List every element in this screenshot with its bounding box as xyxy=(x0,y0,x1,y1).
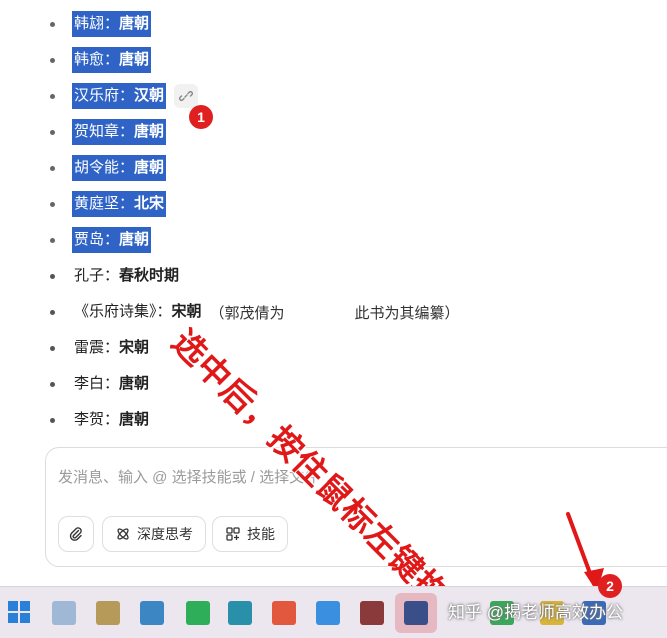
app-icon[interactable] xyxy=(404,601,428,625)
paperclip-icon xyxy=(69,527,82,541)
list-item-text: 雷震：宋朝 xyxy=(74,339,150,356)
app-icon[interactable] xyxy=(186,601,210,625)
step-marker-2: 2 xyxy=(598,574,622,598)
app-icon[interactable] xyxy=(316,601,340,625)
deep-think-button[interactable]: 深度思考 xyxy=(102,516,206,552)
windows-start-icon[interactable] xyxy=(8,601,30,623)
bullet xyxy=(50,346,55,351)
bullet xyxy=(50,94,55,99)
list-item[interactable]: 孔子：春秋时期 xyxy=(0,258,667,294)
step-marker-1: 1 xyxy=(189,105,213,129)
list-item-note: （郭茂倩为 此书为其编纂） xyxy=(209,304,460,322)
list-item[interactable]: 雷震：宋朝 xyxy=(0,330,667,366)
bullet xyxy=(50,166,55,171)
list-item[interactable]: 贾岛：唐朝 xyxy=(0,222,667,258)
list-item[interactable]: 《乐府诗集》：宋朝 （郭茂倩为 此书为其编纂） xyxy=(0,294,667,330)
list-item-text: 韩翃：唐朝 xyxy=(72,11,152,37)
bullet xyxy=(50,274,55,279)
list-item[interactable]: 韩愈：唐朝 xyxy=(0,42,667,78)
list-item[interactable]: 韩翃：唐朝 xyxy=(0,6,667,42)
grid-icon xyxy=(226,527,240,541)
list-item-text: 贾岛：唐朝 xyxy=(72,227,152,253)
list-item-text: 《乐府诗集》：宋朝 xyxy=(74,303,202,320)
bullet xyxy=(50,130,55,135)
dynasty-list: 韩翃：唐朝 韩愈：唐朝 汉乐府：汉朝 贺知章：唐朝 胡令能：唐朝 黄庭坚：北宋 … xyxy=(0,6,667,438)
skills-label: 技能 xyxy=(247,526,275,542)
bullet xyxy=(50,238,55,243)
list-item[interactable]: 贺知章：唐朝 xyxy=(0,114,667,150)
list-item-text: 汉乐府：汉朝 xyxy=(72,83,167,109)
deep-think-label: 深度思考 xyxy=(137,526,193,542)
app-icon[interactable] xyxy=(96,601,120,625)
bullet xyxy=(50,22,55,27)
list-item-text: 孔子：春秋时期 xyxy=(74,267,180,284)
app-icon[interactable] xyxy=(140,601,164,625)
app-icon[interactable] xyxy=(228,601,252,625)
list-item-text: 韩愈：唐朝 xyxy=(72,47,152,73)
list-item[interactable]: 汉乐府：汉朝 xyxy=(0,78,667,114)
app-icon[interactable] xyxy=(272,601,296,625)
list-item[interactable]: 胡令能：唐朝 xyxy=(0,150,667,186)
attach-button[interactable] xyxy=(58,516,94,552)
list-item[interactable]: 李贺：唐朝 xyxy=(0,402,667,438)
chat-placeholder[interactable]: 发消息、输入 @ 选择技能或 / 选择文件 xyxy=(58,466,319,487)
app-icon[interactable] xyxy=(52,601,76,625)
atom-icon xyxy=(117,528,129,540)
bullet xyxy=(50,310,55,315)
link-icon[interactable] xyxy=(174,84,198,108)
bullet xyxy=(50,202,55,207)
list-item-text: 黄庭坚：北宋 xyxy=(72,191,167,217)
bullet xyxy=(50,58,55,63)
skills-button[interactable]: 技能 xyxy=(212,516,288,552)
bullet xyxy=(50,418,55,423)
list-item-text: 贺知章：唐朝 xyxy=(72,119,167,145)
list-item[interactable]: 李白：唐朝 xyxy=(0,366,667,402)
list-item[interactable]: 黄庭坚：北宋 xyxy=(0,186,667,222)
app-icon[interactable] xyxy=(360,601,384,625)
bullet xyxy=(50,382,55,387)
watermark: 知乎 @揭老师高效办公 xyxy=(448,603,623,622)
list-item-text: 李白：唐朝 xyxy=(74,375,150,392)
list-item-text: 胡令能：唐朝 xyxy=(72,155,167,181)
list-item-text: 李贺：唐朝 xyxy=(74,411,150,428)
